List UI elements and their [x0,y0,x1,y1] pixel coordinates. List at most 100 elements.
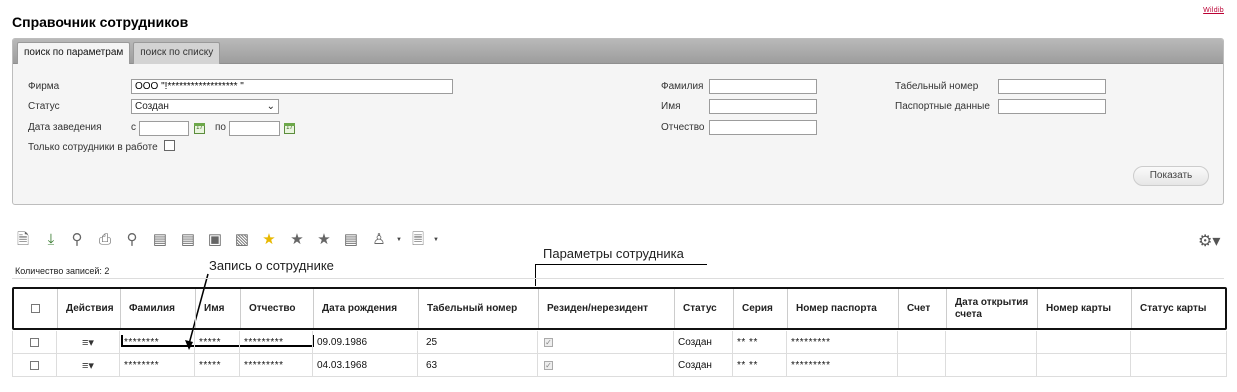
row-checkbox[interactable] [30,360,39,370]
show-button[interactable]: Показать [1133,166,1209,186]
row-select-cell [13,354,57,376]
chevron-down-icon: ⌄ [266,101,275,112]
star-outline-icon[interactable]: ★ [315,231,333,249]
col-account[interactable]: Счет [899,289,947,328]
col-series[interactable]: Серия [734,289,788,328]
badge-icon[interactable]: ⚲ [68,231,86,249]
annotation-params: Параметры сотрудника [543,246,684,261]
menu-icon[interactable]: ≡▾ [82,336,94,349]
annotation-bracket-stem [535,264,536,286]
chevron-down-icon[interactable]: ▼ [433,237,439,243]
date-from-input[interactable] [139,121,189,136]
lastname-input[interactable] [709,79,817,94]
col-birthdate[interactable]: Дата рождения [314,289,419,328]
table-row[interactable]: ≡▾ ******** ***** ********* 04.03.1968 6… [12,354,1227,377]
col-middlename[interactable]: Отчество [241,289,314,328]
resident-cell: ✓ [538,331,674,353]
passport-cell: ********* [787,331,898,353]
firm-input[interactable] [131,79,453,94]
card-status-cell [1131,354,1224,376]
active-only-checkbox[interactable] [164,140,175,151]
download-icon[interactable]: ⤓ [42,231,60,249]
firm-label: Фирма [28,81,60,92]
brand-link[interactable]: Wildib [1203,7,1224,14]
opened-cell [946,331,1037,353]
card-cell [1037,331,1131,353]
page-title: Справочник сотрудников [12,14,189,30]
col-firstname[interactable]: Имя [196,289,241,328]
account-cell [898,331,946,353]
col-actions[interactable]: Действия [58,289,121,328]
status-cell: Создан [674,354,733,376]
account-cell [898,354,946,376]
print-icon[interactable]: ⎙ [96,231,114,249]
col-card-status[interactable]: Статус карты [1132,289,1225,328]
series-cell: ** ** [733,331,787,353]
tabnum-cell: 63 [418,354,538,376]
passport-label: Паспортные данные [895,101,990,112]
records-count: Количество записей: 2 [15,266,110,276]
card-stack-icon[interactable]: ▧ [233,231,251,249]
lastname-cell: ******** [120,354,195,376]
users-icon[interactable]: ♙ [370,231,388,249]
gear-icon[interactable]: ⚙▾ [1198,231,1220,251]
col-resident[interactable]: Резиден/нерезидент [539,289,675,328]
passport-cell: ********* [787,354,898,376]
card-cell [1037,354,1131,376]
divider [12,278,1224,279]
col-opened[interactable]: Дата открытия счета [947,289,1038,328]
card-list-icon[interactable]: ▤ [342,231,360,249]
date-to-input[interactable] [229,121,280,136]
tabnum-label: Табельный номер [895,81,979,92]
passport-input[interactable] [998,99,1106,114]
card-status-cell [1131,331,1224,353]
active-only-label: Только сотрудники в работе [28,142,158,153]
birthdate-cell: 04.03.1968 [313,354,418,376]
new-document-icon[interactable]: 🗎 [14,231,32,249]
col-lastname[interactable]: Фамилия [121,289,196,328]
tabnum-input[interactable] [998,79,1106,94]
table-row[interactable]: ≡▾ ******** ***** ********* 09.09.1986 2… [12,331,1227,354]
resident-cell: ✓ [538,354,674,376]
lastname-cell: ******** [120,331,195,353]
status-select[interactable]: Создан ⌄ [131,99,279,114]
chevron-down-icon[interactable]: ▼ [396,237,402,243]
menu-icon[interactable]: ≡▾ [82,359,94,372]
star-icon[interactable]: ★ [260,231,278,249]
middlename-cell: ********* [240,331,313,353]
filter-panel: поиск по параметрам поиск по списку Фирм… [12,38,1224,205]
status-label: Статус [28,101,60,112]
document-icon[interactable]: 🗏 [409,231,427,249]
calendar-icon[interactable]: 17 [284,123,295,134]
date-label: Дата заведения [28,122,102,133]
opened-cell [946,354,1037,376]
tab-search-by-list[interactable]: поиск по списку [133,42,221,64]
col-tabnum[interactable]: Табельный номер [419,289,539,328]
date-to-label: по [215,122,226,133]
col-passport[interactable]: Номер паспорта [788,289,899,328]
middlename-cell: ********* [240,354,313,376]
award-icon[interactable]: ⚲ [123,231,141,249]
col-card[interactable]: Номер карты [1038,289,1132,328]
cards-icon[interactable]: ▤ [179,231,197,249]
calendar-icon[interactable]: 17 [194,123,205,134]
tab-search-by-params[interactable]: поиск по параметрам [17,42,131,64]
actions-cell: ≡▾ [57,331,120,353]
firstname-input[interactable] [709,99,817,114]
firstname-label: Имя [661,101,681,112]
firstname-cell: ***** [195,331,240,353]
card-icon[interactable]: ▤ [151,231,169,249]
date-from-label: с [131,122,136,133]
table-header: Действия Фамилия Имя Отчество Дата рожде… [12,287,1227,330]
middlename-input[interactable] [709,120,817,135]
firstname-cell: ***** [195,354,240,376]
birthdate-cell: 09.09.1986 [313,331,418,353]
col-status[interactable]: Статус [675,289,734,328]
status-select-value: Создан [135,101,169,112]
lastname-label: Фамилия [661,81,704,92]
card-remove-icon[interactable]: ▣ [206,231,224,249]
tab-bar: поиск по параметрам поиск по списку [13,39,1223,64]
star-gear-icon[interactable]: ★ [288,231,306,249]
row-checkbox[interactable] [30,337,39,347]
select-all-checkbox[interactable] [31,304,40,313]
